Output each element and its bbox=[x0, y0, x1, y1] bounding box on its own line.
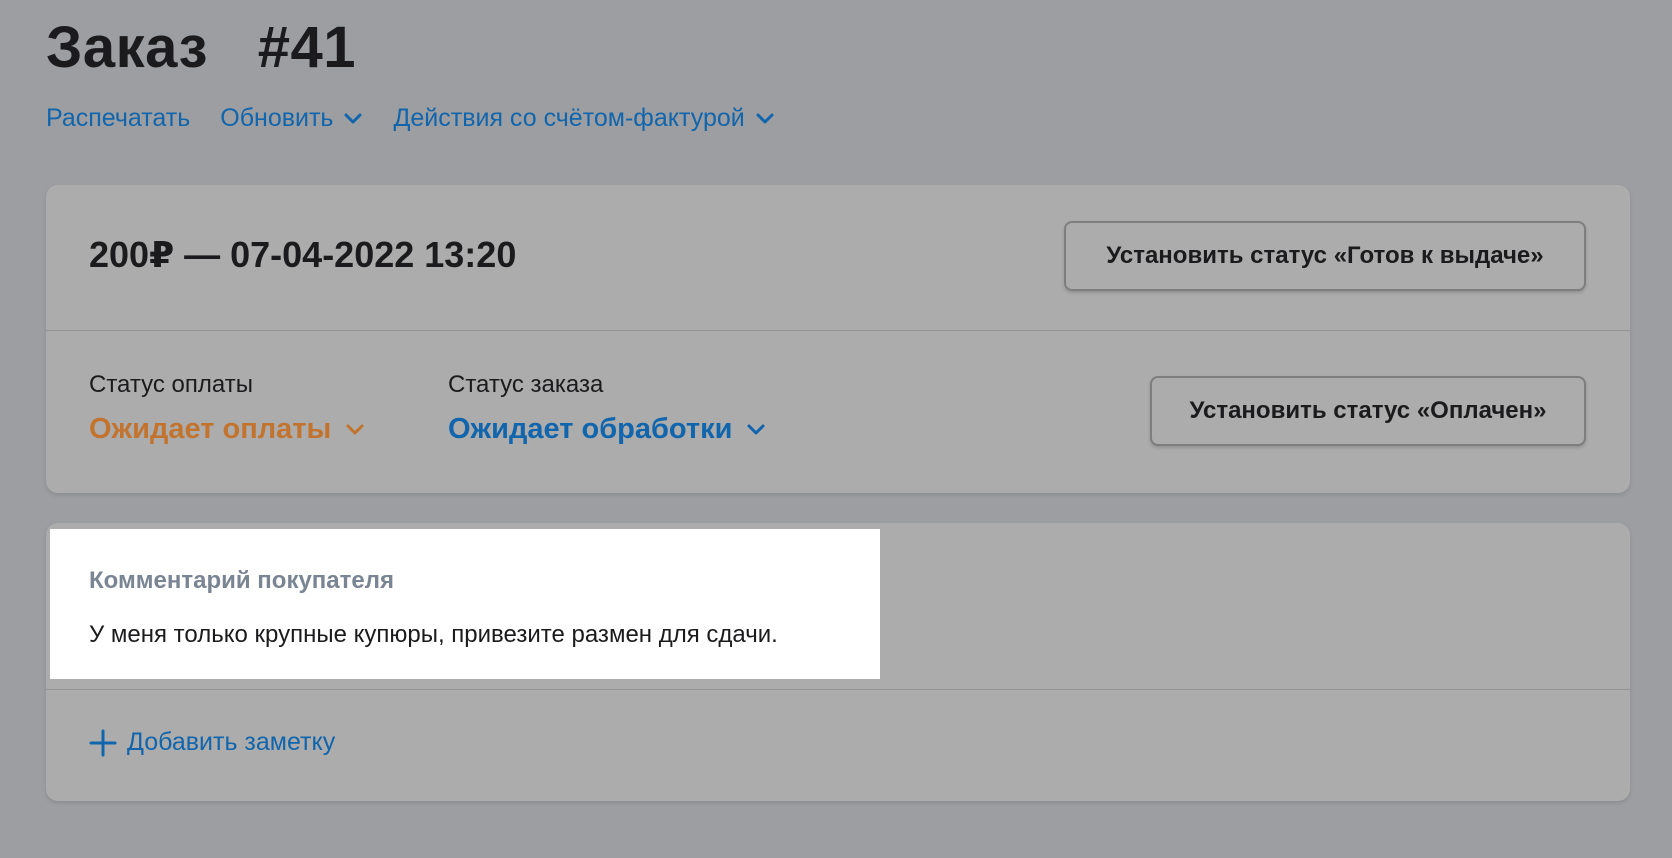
chevron-down-icon bbox=[746, 423, 766, 437]
customer-comment-text: У меня только крупные купюры, привезите … bbox=[89, 621, 778, 648]
payment-status-value: Ожидает оплаты bbox=[89, 413, 332, 445]
customer-comment-box: Комментарий покупателя У меня только кру… bbox=[50, 529, 880, 679]
page-title: Заказ #41 bbox=[46, 15, 357, 80]
order-status-card: 200₽ — 07-04-2022 13:20 Установить стату… bbox=[46, 185, 1630, 493]
print-link-label: Распечатать bbox=[46, 104, 191, 132]
set-ready-status-button[interactable]: Установить статус «Готов к выдаче» bbox=[1064, 221, 1586, 291]
chevron-down-icon bbox=[345, 423, 365, 437]
order-summary-section: 200₽ — 07-04-2022 13:20 Установить стату… bbox=[46, 185, 1630, 331]
invoice-actions-label: Действия со счётом-фактурой bbox=[393, 104, 745, 132]
update-dropdown[interactable]: Обновить bbox=[220, 104, 363, 133]
payment-status-label: Статус оплаты bbox=[89, 371, 253, 398]
order-status-dropdown[interactable]: Ожидает обработки bbox=[448, 413, 766, 446]
add-note-label: Добавить заметку bbox=[127, 728, 336, 756]
order-actions-bar: Распечатать Обновить Действия со счётом-… bbox=[46, 104, 775, 133]
payment-status-block: Статус оплаты Ожидает оплаты bbox=[89, 371, 365, 446]
print-link[interactable]: Распечатать bbox=[46, 104, 190, 133]
chevron-down-icon bbox=[755, 112, 775, 126]
order-status-label: Статус заказа bbox=[448, 371, 604, 398]
customer-comment-title: Комментарий покупателя bbox=[89, 567, 394, 594]
set-paid-status-button[interactable]: Установить статус «Оплачен» bbox=[1150, 376, 1586, 446]
add-note-link[interactable]: Добавить заметку bbox=[89, 728, 335, 757]
chevron-down-icon bbox=[343, 112, 363, 126]
invoice-actions-dropdown[interactable]: Действия со счётом-фактурой bbox=[393, 104, 774, 133]
comments-card: Комментарий покупателя У меня только кру… bbox=[46, 523, 1630, 801]
order-status-block: Статус заказа Ожидает обработки bbox=[448, 371, 766, 446]
order-summary: 200₽ — 07-04-2022 13:20 bbox=[89, 234, 517, 275]
update-dropdown-label: Обновить bbox=[220, 104, 334, 132]
order-status-value: Ожидает обработки bbox=[448, 413, 733, 445]
divider bbox=[46, 689, 1630, 690]
payment-status-dropdown[interactable]: Ожидает оплаты bbox=[89, 413, 365, 446]
plus-icon bbox=[89, 729, 117, 757]
